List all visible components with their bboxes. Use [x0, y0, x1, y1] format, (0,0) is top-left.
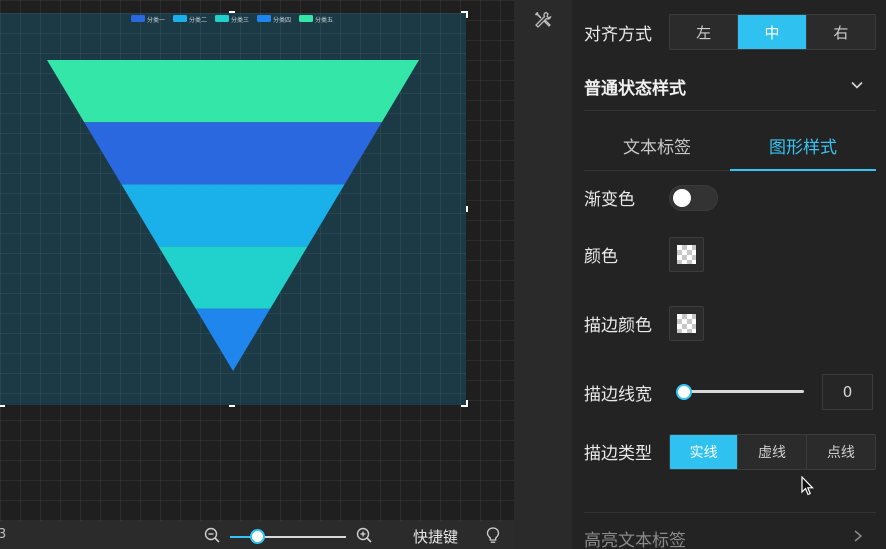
- zoom-out-icon[interactable]: [204, 527, 220, 543]
- zoom-slider-handle[interactable]: [249, 529, 265, 544]
- bottom-bar: 3 快捷键: [0, 521, 514, 549]
- legend-swatch: [173, 15, 187, 22]
- align-left-button[interactable]: 左: [670, 15, 739, 49]
- chevron-down-icon[interactable]: [850, 78, 864, 92]
- align-center-button[interactable]: 中: [738, 15, 807, 49]
- legend-label: 分类三: [231, 16, 249, 24]
- highlight-label-row[interactable]: 高亮文本标签: [584, 526, 686, 549]
- gradient-toggle-knob: [673, 189, 691, 207]
- color-label: 颜色: [584, 247, 618, 267]
- section-divider: [584, 110, 876, 111]
- align-right-button[interactable]: 右: [806, 15, 875, 49]
- transparent-swatch-icon: [677, 245, 696, 264]
- resize-handle-top-right[interactable]: [461, 11, 468, 18]
- shortcut-keys-button[interactable]: 快捷键: [413, 526, 458, 547]
- legend-swatch: [299, 15, 313, 22]
- resize-handle-right[interactable]: [466, 206, 468, 212]
- tab-text-label[interactable]: 文本标签: [584, 133, 730, 158]
- funnel-segment: [158, 246, 308, 309]
- stroke-width-slider-track[interactable]: [683, 390, 804, 393]
- lightbulb-icon[interactable]: [486, 527, 500, 544]
- legend-label: 分类四: [273, 16, 291, 24]
- stroke-solid-button[interactable]: 实线: [670, 435, 739, 469]
- stroke-dotted-button[interactable]: 点线: [806, 435, 875, 469]
- gradient-toggle[interactable]: [669, 185, 718, 211]
- legend-label: 分类五: [315, 16, 333, 24]
- funnel-chart: 分类一 分类二 分类三 分类四 分类五: [47, 15, 419, 371]
- chevron-right-icon[interactable]: [852, 529, 864, 543]
- transparent-swatch-icon: [677, 314, 696, 333]
- funnel-segment: [195, 308, 271, 371]
- funnel-segment: [121, 184, 345, 247]
- legend-swatch: [131, 15, 145, 22]
- stroke-color-label: 描边颜色: [584, 316, 652, 336]
- legend-label: 分类二: [189, 16, 207, 24]
- funnel-segment: [47, 60, 419, 123]
- align-segmented-control: 左 中 右: [669, 14, 876, 50]
- gradient-label: 渐变色: [584, 190, 635, 210]
- resize-handle-bottom[interactable]: [229, 405, 235, 407]
- mouse-cursor-icon: [801, 476, 814, 496]
- funnel-chart-widget[interactable]: 分类一 分类二 分类三 分类四 分类五: [0, 11, 468, 407]
- zoom-readout: 3: [0, 527, 7, 542]
- section-title[interactable]: 普通状态样式: [584, 74, 686, 99]
- tools-icon[interactable]: [533, 10, 553, 30]
- color-swatch[interactable]: [669, 237, 704, 272]
- legend-swatch: [257, 15, 271, 22]
- funnel-segment: [84, 122, 382, 185]
- stroke-dashed-button[interactable]: 虚线: [738, 435, 807, 469]
- properties-panel: 对齐方式 左 中 右 普通状态样式 文本标签 图形样式 渐变色 颜色 描边颜色 …: [572, 0, 886, 549]
- stroke-type-label: 描边类型: [584, 444, 652, 464]
- stroke-type-segmented-control: 实线 虚线 点线: [669, 434, 876, 470]
- zoom-in-icon[interactable]: [356, 527, 372, 543]
- resize-handle-bottom-left[interactable]: [0, 400, 5, 407]
- resize-handle-bottom-right[interactable]: [461, 400, 468, 407]
- align-label: 对齐方式: [584, 25, 652, 45]
- active-tab-indicator: [730, 169, 876, 171]
- resize-handle-top[interactable]: [229, 11, 235, 13]
- stroke-width-slider-handle[interactable]: [676, 384, 692, 400]
- legend-label: 分类一: [147, 16, 165, 24]
- stroke-width-input[interactable]: [822, 374, 873, 410]
- bottom-divider: [584, 512, 876, 513]
- legend-swatch: [215, 15, 229, 22]
- stroke-width-label: 描边线宽: [584, 385, 652, 405]
- canvas-area[interactable]: 分类一 分类二 分类三 分类四 分类五: [0, 0, 514, 521]
- tab-shape-style[interactable]: 图形样式: [730, 133, 876, 158]
- stroke-color-swatch[interactable]: [669, 306, 704, 341]
- tool-strip: [514, 0, 572, 549]
